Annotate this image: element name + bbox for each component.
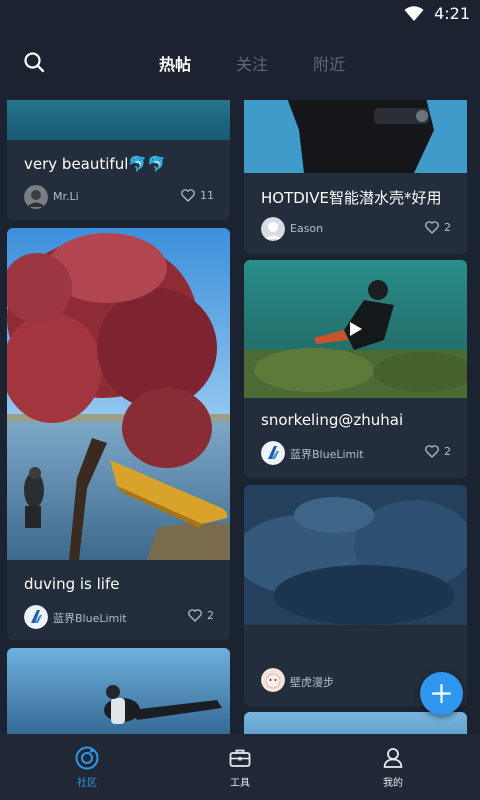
- post-photo[interactable]: [7, 648, 230, 734]
- post-photo[interactable]: [244, 485, 467, 625]
- post-card[interactable]: HOTDIVE智能潜水壳*好用 Eason 2: [244, 100, 467, 254]
- nav-tools-label: 工具: [230, 778, 250, 789]
- create-post-button[interactable]: [420, 672, 463, 715]
- avatar[interactable]: [261, 217, 285, 241]
- nav-mine-label: 我的: [383, 778, 403, 789]
- wifi-icon: [404, 6, 424, 21]
- post-photo[interactable]: [7, 228, 230, 560]
- post-card[interactable]: [244, 712, 467, 734]
- post-author[interactable]: 蓝界BlueLimit: [53, 610, 127, 626]
- tab-nearby[interactable]: 附近: [313, 51, 345, 75]
- post-card[interactable]: snorkeling@zhuhai 蓝界BlueLimit 2: [244, 260, 467, 478]
- like-button[interactable]: 11: [181, 189, 214, 202]
- post-caption: very beautiful🐬🐬: [24, 155, 166, 173]
- search-button[interactable]: [22, 50, 48, 76]
- search-icon: [24, 52, 45, 73]
- nav-mine[interactable]: 我的: [353, 734, 433, 800]
- post-author[interactable]: Mr.Li: [53, 190, 79, 203]
- community-icon: [75, 746, 99, 770]
- post-photo[interactable]: [244, 100, 467, 173]
- play-icon[interactable]: [347, 321, 363, 337]
- nav-community-label: 社区: [77, 778, 97, 789]
- like-count: 11: [200, 189, 214, 202]
- post-card[interactable]: duving is life 蓝界BlueLimit 2: [7, 228, 230, 640]
- post-caption: duving is life: [24, 575, 120, 593]
- post-card[interactable]: [7, 648, 230, 734]
- like-count: 2: [444, 445, 451, 458]
- post-photo[interactable]: [7, 100, 230, 140]
- post-caption: HOTDIVE智能潜水壳*好用: [261, 189, 442, 207]
- post-caption: snorkeling@zhuhai: [261, 411, 404, 429]
- heart-icon: [188, 609, 202, 622]
- tab-follow[interactable]: 关注: [236, 51, 268, 75]
- plus-icon: [431, 683, 452, 704]
- tab-hot[interactable]: 热帖: [159, 51, 191, 75]
- profile-icon: [383, 748, 403, 768]
- post-author[interactable]: Eason: [290, 222, 323, 235]
- heart-icon: [425, 445, 439, 458]
- post-feed[interactable]: very beautiful🐬🐬 Mr.Li 11 duving is life…: [0, 100, 480, 734]
- avatar[interactable]: [24, 605, 48, 629]
- post-author[interactable]: 蓝界BlueLimit: [290, 446, 364, 462]
- avatar[interactable]: [261, 441, 285, 465]
- status-time: 4:21: [434, 4, 470, 23]
- like-count: 2: [207, 609, 214, 622]
- like-button[interactable]: 2: [425, 221, 451, 234]
- nav-community[interactable]: 社区: [47, 734, 127, 800]
- post-card[interactable]: very beautiful🐬🐬 Mr.Li 11: [7, 100, 230, 220]
- heart-icon: [181, 189, 195, 202]
- avatar[interactable]: [24, 185, 48, 209]
- like-button[interactable]: 2: [188, 609, 214, 622]
- nav-tools[interactable]: 工具: [200, 734, 280, 800]
- like-button[interactable]: 2: [425, 445, 451, 458]
- top-nav: 热帖 关注 附近: [0, 30, 480, 94]
- like-count: 2: [444, 221, 451, 234]
- avatar[interactable]: [261, 668, 285, 692]
- post-photo[interactable]: [244, 712, 467, 734]
- post-author[interactable]: 壁虎漫步: [290, 674, 334, 690]
- heart-icon: [425, 221, 439, 234]
- status-bar: 4:21: [0, 0, 480, 30]
- toolbox-icon: [229, 749, 251, 767]
- bottom-nav: 社区 工具 我的: [0, 734, 480, 800]
